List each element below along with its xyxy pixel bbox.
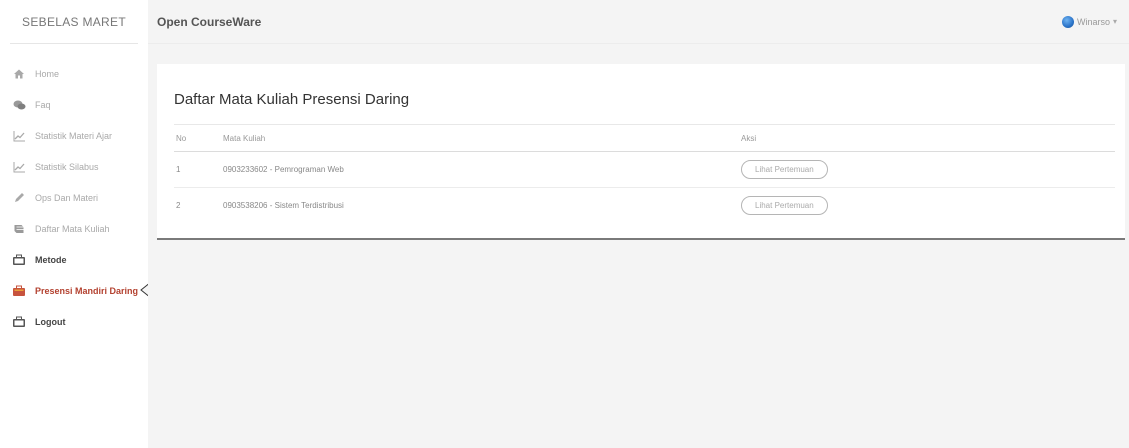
chat-icon xyxy=(12,98,26,112)
row-action-cell: Lihat Pertemuan xyxy=(739,152,1115,188)
sidebar-item-statistik-materi-ajar[interactable]: Statistik Materi Ajar xyxy=(0,120,148,151)
row-action-cell: Lihat Pertemuan xyxy=(739,188,1115,224)
row-course: 0903233602 - Pemrograman Web xyxy=(223,165,344,174)
app-root: SEBELAS MARET Home Faq Statistik Materi … xyxy=(0,0,1129,448)
sidebar-item-home[interactable]: Home xyxy=(0,58,148,89)
chart-icon xyxy=(12,129,26,143)
course-table: No Mata Kuliah Aksi 1 0903233602 - Pemro… xyxy=(174,124,1115,224)
chevron-down-icon: ▾ xyxy=(1112,17,1117,26)
user-name: Winarso xyxy=(1076,16,1110,27)
page-title: Daftar Mata Kuliah Presensi Daring xyxy=(174,91,410,108)
sidebar-item-label: Metode xyxy=(35,254,67,265)
briefcase-icon xyxy=(12,315,26,329)
table-header-row: No Mata Kuliah Aksi xyxy=(174,124,1115,152)
course-list-card: Daftar Mata Kuliah Presensi Daring No Ma… xyxy=(157,64,1125,240)
sidebar-nav: Home Faq Statistik Materi Ajar Statistik… xyxy=(0,58,152,337)
sidebar-item-label: Faq xyxy=(35,99,51,110)
column-header-mata-kuliah: Mata Kuliah xyxy=(223,133,266,143)
brand-logo[interactable]: SEBELAS MARET xyxy=(10,0,138,44)
sidebar-item-label: Presensi Mandiri Daring xyxy=(35,285,139,296)
table-row: 1 0903233602 - Pemrograman Web Lihat Per… xyxy=(174,152,1115,188)
briefcase-icon xyxy=(12,284,26,298)
sidebar-item-presensi-mandiri-daring[interactable]: Presensi Mandiri Daring xyxy=(0,275,152,306)
main-content: Open CourseWare Winarso ▾ Daftar Mata Ku… xyxy=(148,0,1129,448)
sidebar-item-label: Daftar Mata Kuliah xyxy=(35,223,110,234)
sidebar-item-statistik-silabus[interactable]: Statistik Silabus xyxy=(0,151,148,182)
table-row: 2 0903538206 - Sistem Terdistribusi Liha… xyxy=(174,188,1115,224)
sidebar-item-logout[interactable]: Logout xyxy=(0,306,148,337)
sidebar-item-label: Logout xyxy=(35,316,66,327)
lihat-pertemuan-button[interactable]: Lihat Pertemuan xyxy=(741,196,828,216)
home-icon xyxy=(12,67,26,81)
user-menu[interactable]: Winarso ▾ xyxy=(1061,15,1117,28)
app-title[interactable]: Open CourseWare xyxy=(157,15,261,29)
row-number: 1 xyxy=(176,165,181,174)
sidebar-item-daftar-mata-kuliah[interactable]: Daftar Mata Kuliah xyxy=(0,213,148,244)
row-number: 2 xyxy=(176,201,181,211)
briefcase-icon xyxy=(12,253,26,267)
sidebar-item-label: Statistik Silabus xyxy=(35,161,99,172)
sidebar-item-faq[interactable]: Faq xyxy=(0,89,148,120)
column-header-no: No xyxy=(176,133,187,143)
chart-icon xyxy=(12,160,26,174)
sidebar-item-ops-dan-materi[interactable]: Ops Dan Materi xyxy=(0,182,148,213)
sidebar-item-label: Home xyxy=(35,68,60,79)
sidebar: SEBELAS MARET Home Faq Statistik Materi … xyxy=(0,0,152,448)
topbar: Open CourseWare Winarso ▾ xyxy=(148,0,1129,44)
sidebar-item-label: Ops Dan Materi xyxy=(35,192,99,203)
row-course: 0903538206 - Sistem Terdistribusi xyxy=(223,201,344,211)
column-header-aksi: Aksi xyxy=(741,133,757,143)
avatar xyxy=(1061,15,1074,28)
lihat-pertemuan-button[interactable]: Lihat Pertemuan xyxy=(741,160,828,179)
sidebar-item-label: Statistik Materi Ajar xyxy=(35,130,113,141)
sidebar-item-metode[interactable]: Metode xyxy=(0,244,148,275)
pencil-icon xyxy=(12,191,26,205)
book-icon xyxy=(12,222,26,236)
